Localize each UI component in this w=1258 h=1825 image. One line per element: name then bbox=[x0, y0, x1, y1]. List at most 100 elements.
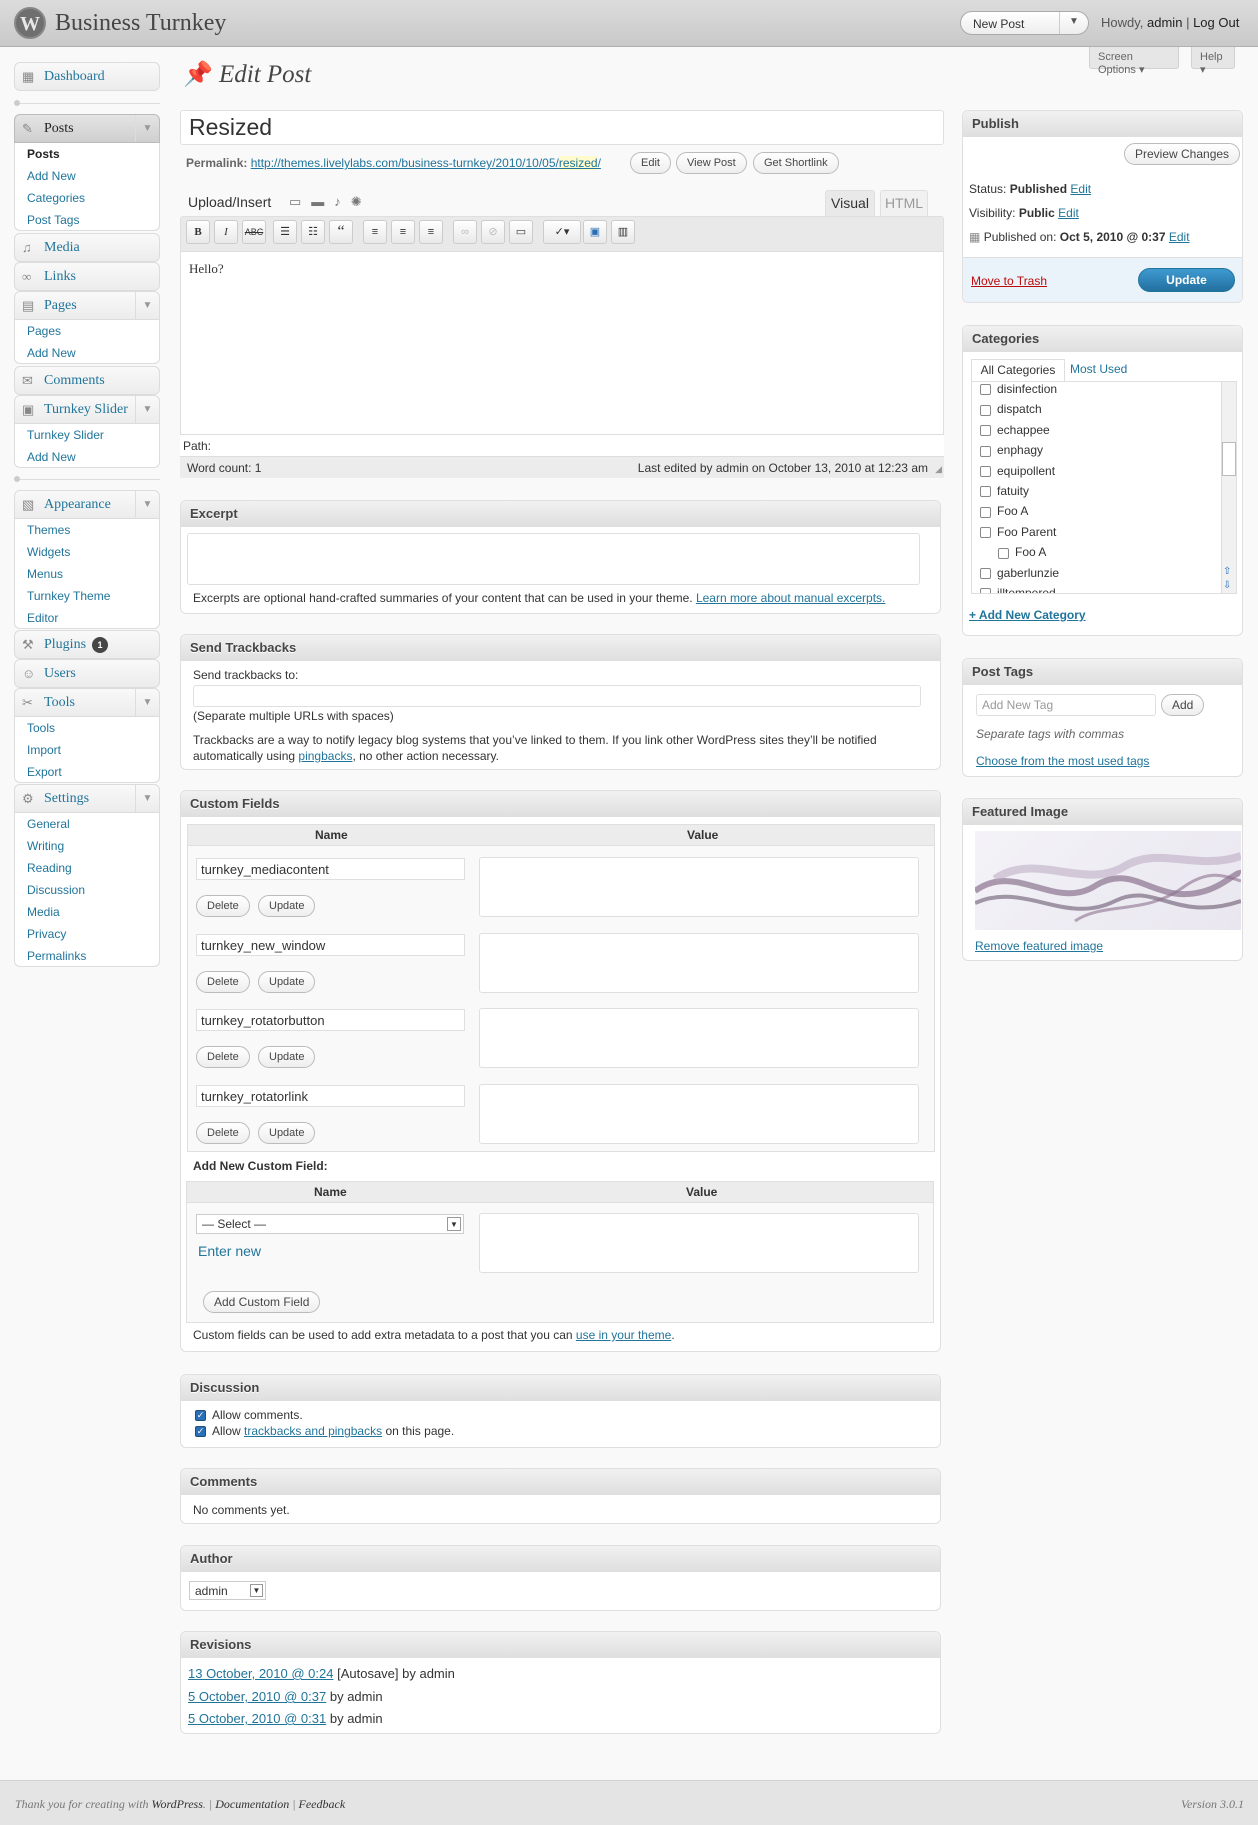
add-image-icon[interactable]: ▭ bbox=[289, 194, 311, 209]
custom-field-name-input[interactable]: turnkey_mediacontent bbox=[196, 858, 465, 880]
excerpt-learn-more-link[interactable]: Learn more about manual excerpts. bbox=[696, 591, 885, 605]
move-to-trash-link[interactable]: Move to Trash bbox=[971, 274, 1047, 288]
update-field-button[interactable]: Update bbox=[258, 895, 316, 917]
publish-title[interactable]: Publish bbox=[963, 111, 1242, 137]
tab-all-categories[interactable]: All Categories bbox=[971, 359, 1065, 381]
italic-button[interactable]: I bbox=[214, 220, 238, 244]
excerpt-textarea[interactable] bbox=[187, 533, 920, 585]
wordpress-logo-icon[interactable]: W bbox=[14, 7, 46, 39]
unlink-icon[interactable]: ⊘ bbox=[481, 220, 505, 244]
align-right-icon[interactable]: ≡ bbox=[419, 220, 443, 244]
trackbacks-input[interactable] bbox=[193, 685, 921, 707]
choose-most-used-tags-link[interactable]: Choose from the most used tags bbox=[976, 754, 1149, 768]
chevron-down-icon[interactable]: ▼ bbox=[135, 689, 159, 716]
submenu-general[interactable]: General bbox=[15, 813, 159, 835]
view-post-button[interactable]: View Post bbox=[676, 152, 747, 174]
chevron-down-icon[interactable]: ▼ bbox=[135, 396, 159, 423]
revisions-title[interactable]: Revisions bbox=[181, 1632, 940, 1658]
pingbacks-link[interactable]: pingbacks bbox=[298, 749, 352, 763]
custom-field-value-input[interactable] bbox=[479, 1008, 919, 1068]
scrollbar-thumb[interactable] bbox=[1222, 442, 1236, 476]
category-checkbox[interactable] bbox=[980, 445, 991, 457]
use-in-theme-link[interactable]: use in your theme bbox=[576, 1328, 671, 1342]
submenu-import[interactable]: Import bbox=[15, 739, 159, 761]
logout-link[interactable]: Log Out bbox=[1193, 15, 1239, 30]
menu-tools[interactable]: ✂ Tools ▼ bbox=[14, 688, 160, 717]
submenu-turnkey-slider[interactable]: Turnkey Slider bbox=[15, 424, 159, 446]
allow-comments-checkbox[interactable]: ✓ bbox=[195, 1410, 206, 1422]
menu-users[interactable]: ☺ Users bbox=[14, 659, 160, 688]
resize-handle-icon[interactable]: ◢ bbox=[935, 464, 942, 475]
username-link[interactable]: admin bbox=[1147, 15, 1182, 30]
submenu-reading[interactable]: Reading bbox=[15, 857, 159, 879]
add-new-category-link[interactable]: + Add New Category bbox=[969, 608, 1086, 622]
submenu-posts[interactable]: Posts bbox=[15, 143, 159, 165]
documentation-link[interactable]: Documentation bbox=[215, 1797, 289, 1811]
custom-field-value-input[interactable] bbox=[479, 933, 919, 993]
get-shortlink-button[interactable]: Get Shortlink bbox=[753, 152, 839, 174]
category-checkbox[interactable] bbox=[980, 486, 991, 498]
update-field-button[interactable]: Update bbox=[258, 971, 316, 993]
blockquote-icon[interactable]: “ bbox=[329, 220, 353, 244]
new-custom-field-value-input[interactable] bbox=[479, 1213, 919, 1273]
custom-field-name-input[interactable]: turnkey_rotatorlink bbox=[196, 1085, 465, 1107]
align-left-icon[interactable]: ≡ bbox=[363, 220, 387, 244]
featured-image-title[interactable]: Featured Image bbox=[963, 799, 1242, 825]
update-field-button[interactable]: Update bbox=[258, 1046, 316, 1068]
feedback-link[interactable]: Feedback bbox=[299, 1797, 346, 1811]
add-video-icon[interactable]: ▬ bbox=[311, 194, 334, 209]
edit-permalink-button[interactable]: Edit bbox=[630, 152, 671, 174]
help-tab[interactable]: Help ▾ bbox=[1191, 47, 1235, 76]
numbered-list-icon[interactable]: ☷ bbox=[301, 220, 325, 244]
edit-status-link[interactable]: Edit bbox=[1070, 182, 1091, 196]
featured-image[interactable] bbox=[975, 831, 1241, 930]
delete-field-button[interactable]: Delete bbox=[196, 1122, 250, 1144]
menu-comments[interactable]: ✉ Comments bbox=[14, 366, 160, 395]
add-custom-field-button[interactable]: Add Custom Field bbox=[203, 1291, 321, 1313]
submenu-editor[interactable]: Editor bbox=[15, 607, 159, 629]
custom-field-name-input[interactable]: turnkey_rotatorbutton bbox=[196, 1009, 465, 1031]
screen-options-tab[interactable]: Screen Options ▾ bbox=[1089, 47, 1179, 76]
preview-changes-button[interactable]: Preview Changes bbox=[1124, 143, 1241, 165]
edit-visibility-link[interactable]: Edit bbox=[1058, 206, 1079, 220]
bold-button[interactable]: B bbox=[186, 220, 210, 244]
submenu-categories[interactable]: Categories bbox=[15, 187, 159, 209]
menu-media[interactable]: ♫ Media bbox=[14, 233, 160, 262]
tab-html[interactable]: HTML bbox=[880, 190, 928, 216]
submenu-add-new-page[interactable]: Add New bbox=[15, 342, 159, 364]
site-title[interactable]: Business Turnkey bbox=[55, 10, 226, 37]
chevron-down-icon[interactable]: ▼ bbox=[135, 491, 159, 518]
discussion-title[interactable]: Discussion bbox=[181, 1375, 940, 1401]
author-select[interactable]: admin ▼ bbox=[189, 1581, 266, 1600]
add-media-icon[interactable]: ✺ bbox=[351, 194, 372, 209]
post-title-input[interactable]: Resized bbox=[180, 110, 944, 145]
revision-link[interactable]: 5 October, 2010 @ 0:31 bbox=[188, 1711, 326, 1726]
insert-link-icon[interactable]: ∞ bbox=[453, 220, 477, 244]
menu-links[interactable]: ∞ Links bbox=[14, 262, 160, 291]
bullet-list-icon[interactable]: ☰ bbox=[273, 220, 297, 244]
chevron-down-icon[interactable]: ▼ bbox=[135, 292, 159, 319]
revision-link[interactable]: 5 October, 2010 @ 0:37 bbox=[188, 1689, 326, 1704]
update-field-button[interactable]: Update bbox=[258, 1122, 316, 1144]
submenu-turnkey-theme[interactable]: Turnkey Theme bbox=[15, 585, 159, 607]
chevron-down-icon[interactable]: ▼ bbox=[135, 785, 159, 812]
submenu-add-new-slide[interactable]: Add New bbox=[15, 446, 159, 468]
categories-title[interactable]: Categories bbox=[963, 326, 1242, 352]
submenu-media-settings[interactable]: Media bbox=[15, 901, 159, 923]
category-checkbox[interactable] bbox=[998, 547, 1009, 559]
edit-date-link[interactable]: Edit bbox=[1169, 230, 1190, 244]
post-tags-title[interactable]: Post Tags bbox=[963, 659, 1242, 685]
chevron-down-icon[interactable]: ▼ bbox=[1069, 16, 1079, 27]
strikethrough-button[interactable]: ABC bbox=[242, 220, 266, 244]
trackbacks-pingbacks-link[interactable]: trackbacks and pingbacks bbox=[244, 1424, 382, 1438]
category-checkbox[interactable] bbox=[980, 588, 991, 593]
menu-dashboard[interactable]: ▦ Dashboard bbox=[14, 62, 160, 91]
comments-title[interactable]: Comments bbox=[181, 1469, 940, 1495]
menu-pages[interactable]: ▤ Pages ▼ bbox=[14, 291, 160, 320]
submenu-writing[interactable]: Writing bbox=[15, 835, 159, 857]
submenu-permalinks[interactable]: Permalinks bbox=[15, 945, 159, 967]
submenu-widgets[interactable]: Widgets bbox=[15, 541, 159, 563]
menu-posts[interactable]: ✎ Posts ▼ bbox=[14, 114, 160, 143]
menu-appearance[interactable]: ▧ Appearance ▼ bbox=[14, 490, 160, 519]
fullscreen-icon[interactable]: ▣ bbox=[583, 220, 607, 244]
